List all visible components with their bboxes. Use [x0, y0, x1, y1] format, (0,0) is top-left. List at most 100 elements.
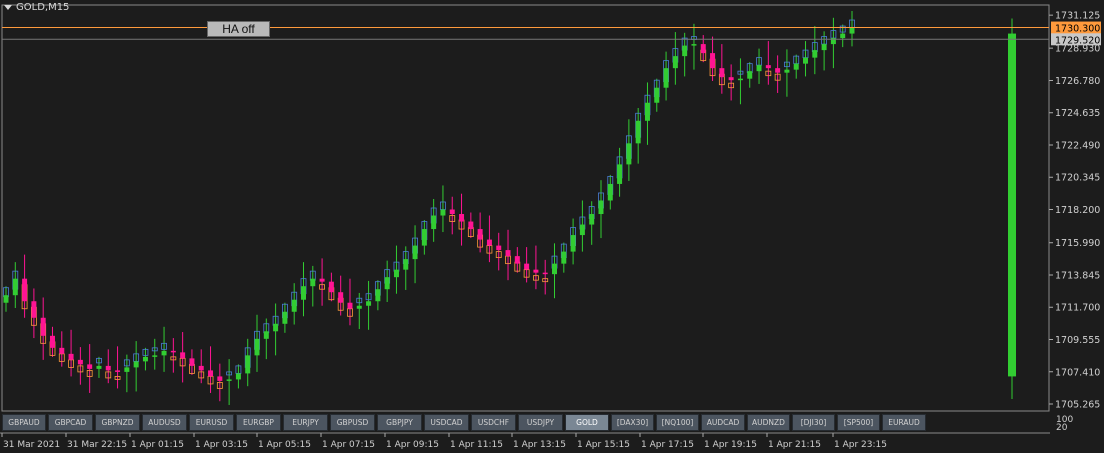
- candle: [551, 243, 558, 299]
- candle-body: [477, 229, 483, 240]
- candle-body: [31, 301, 37, 318]
- x-tick-label: 1 Apr 05:15: [258, 440, 311, 450]
- candle: [282, 302, 288, 333]
- symbol-button-audusd[interactable]: AUDUSD: [142, 414, 187, 431]
- symbol-button-gbpcad[interactable]: GBPCAD: [48, 414, 93, 431]
- symbol-button-gbpnzd[interactable]: GBPNZD: [95, 414, 140, 431]
- symbol-button-usdcad[interactable]: USDCAD: [424, 414, 469, 431]
- candle: [272, 303, 279, 356]
- candle: [151, 338, 158, 370]
- candle-body: [496, 245, 502, 251]
- candle-body: [617, 164, 623, 184]
- candle: [625, 119, 632, 181]
- candle: [765, 41, 772, 85]
- symbol-button-usdchf[interactable]: USDCHF: [471, 414, 516, 431]
- candle: [58, 331, 65, 367]
- candle-body: [198, 365, 204, 371]
- chart-window[interactable]: 1731.125 1728.930 1726.780 1724.635 1722.490…: [0, 0, 1104, 453]
- candle: [207, 346, 214, 393]
- candle: [644, 82, 651, 145]
- candle-body: [115, 370, 121, 372]
- candle-body: [347, 302, 353, 309]
- candle: [337, 275, 344, 316]
- candle-body: [254, 338, 260, 356]
- symbol-button-gbpaud[interactable]: GBPAUD: [2, 414, 46, 431]
- x-tick-label: 1 Apr 21:15: [768, 440, 821, 450]
- candle: [440, 185, 446, 233]
- candle-body: [12, 278, 18, 296]
- symbol-button-usdjpy[interactable]: USDJPY: [518, 414, 563, 431]
- candle-body: [579, 224, 585, 236]
- y-tick-label: 1722.490: [1055, 140, 1100, 151]
- candle-body: [40, 317, 46, 336]
- candle-body: [440, 209, 446, 216]
- candle: [21, 254, 28, 318]
- candle-body: [626, 143, 632, 165]
- dropdown-triangle-icon[interactable]: [4, 5, 12, 10]
- symbol-button-eurgbp[interactable]: EURGBP: [236, 414, 281, 431]
- symbol-timeframe-label[interactable]: GOLD,M15: [4, 2, 69, 13]
- candle-body: [459, 214, 465, 222]
- candle-body: [505, 250, 511, 257]
- symbol-button-sp500[interactable]: [SP500]: [837, 414, 880, 431]
- candle: [691, 23, 697, 70]
- candle-body: [747, 71, 753, 79]
- price-chart[interactable]: 1731.1251728.9301726.7801724.6351722.490…: [0, 0, 1104, 453]
- symbol-button-dax30[interactable]: [DAX30]: [611, 414, 654, 431]
- candle-body: [68, 353, 74, 360]
- candle-body: [282, 311, 288, 324]
- candle-body: [235, 373, 241, 380]
- candle: [198, 349, 205, 384]
- candle: [495, 232, 502, 271]
- candle-body: [3, 295, 9, 303]
- candle-body: [756, 65, 762, 72]
- symbol-button-dji30[interactable]: [DJI30]: [792, 414, 835, 431]
- candle-body: [300, 286, 306, 300]
- candle: [737, 58, 744, 105]
- symbol-button-audcad[interactable]: AUDCAD: [701, 414, 745, 431]
- x-tick-label: 1 Apr 11:15: [450, 440, 503, 450]
- candle-body: [812, 50, 818, 58]
- candle: [533, 245, 539, 290]
- symbol-button-gbpusd[interactable]: GBPUSD: [330, 414, 375, 431]
- candle-body: [598, 200, 604, 215]
- candle-body: [310, 278, 316, 287]
- candle: [244, 338, 251, 387]
- candle-body: [142, 356, 148, 362]
- y-tick-label: 1709.555: [1055, 335, 1100, 346]
- candle-body: [263, 331, 269, 339]
- candle: [709, 36, 716, 81]
- candle-body: [180, 352, 186, 359]
- candle: [616, 147, 623, 197]
- symbol-button-euraud[interactable]: EURAUD: [882, 414, 926, 431]
- candle: [774, 55, 781, 93]
- candle-body: [607, 183, 613, 201]
- y-tick-label: 1718.200: [1055, 205, 1100, 216]
- candle: [784, 49, 790, 97]
- y-tick-label: 1726.780: [1055, 76, 1100, 87]
- candle: [319, 258, 325, 306]
- candle-body: [793, 63, 799, 70]
- x-tick-label: 1 Apr 13:15: [513, 440, 566, 450]
- time-axis: 31 Mar 2021 31 Mar 22:15 1 Apr 01:15 1 Apr …: [1, 433, 887, 450]
- candles: [3, 11, 855, 405]
- x-tick-label: 1 Apr 17:15: [641, 440, 694, 450]
- y-tick-label: 1724.635: [1055, 108, 1100, 119]
- candle-body: [403, 259, 409, 270]
- candle-body: [542, 272, 548, 275]
- candle: [653, 78, 660, 112]
- symbol-button-eurusd[interactable]: EURUSD: [189, 414, 234, 431]
- symbol-button-gbpjpy[interactable]: GBPJPY: [377, 414, 422, 431]
- candle-body: [22, 278, 28, 302]
- candle: [328, 272, 335, 302]
- ha-toggle-button[interactable]: HA off: [207, 21, 270, 37]
- candle-body: [840, 33, 846, 39]
- symbol-button-audnzd[interactable]: AUDNZD: [747, 414, 790, 431]
- current-price-text: 1730.300: [1055, 24, 1100, 35]
- symbol-button-gold[interactable]: GOLD: [565, 414, 609, 431]
- candle-body: [691, 44, 697, 46]
- candle-body: [217, 376, 223, 381]
- candle: [40, 297, 47, 360]
- symbol-button-nq100[interactable]: [NQ100]: [656, 414, 699, 431]
- symbol-button-eurjpy[interactable]: EURJPY: [283, 414, 328, 431]
